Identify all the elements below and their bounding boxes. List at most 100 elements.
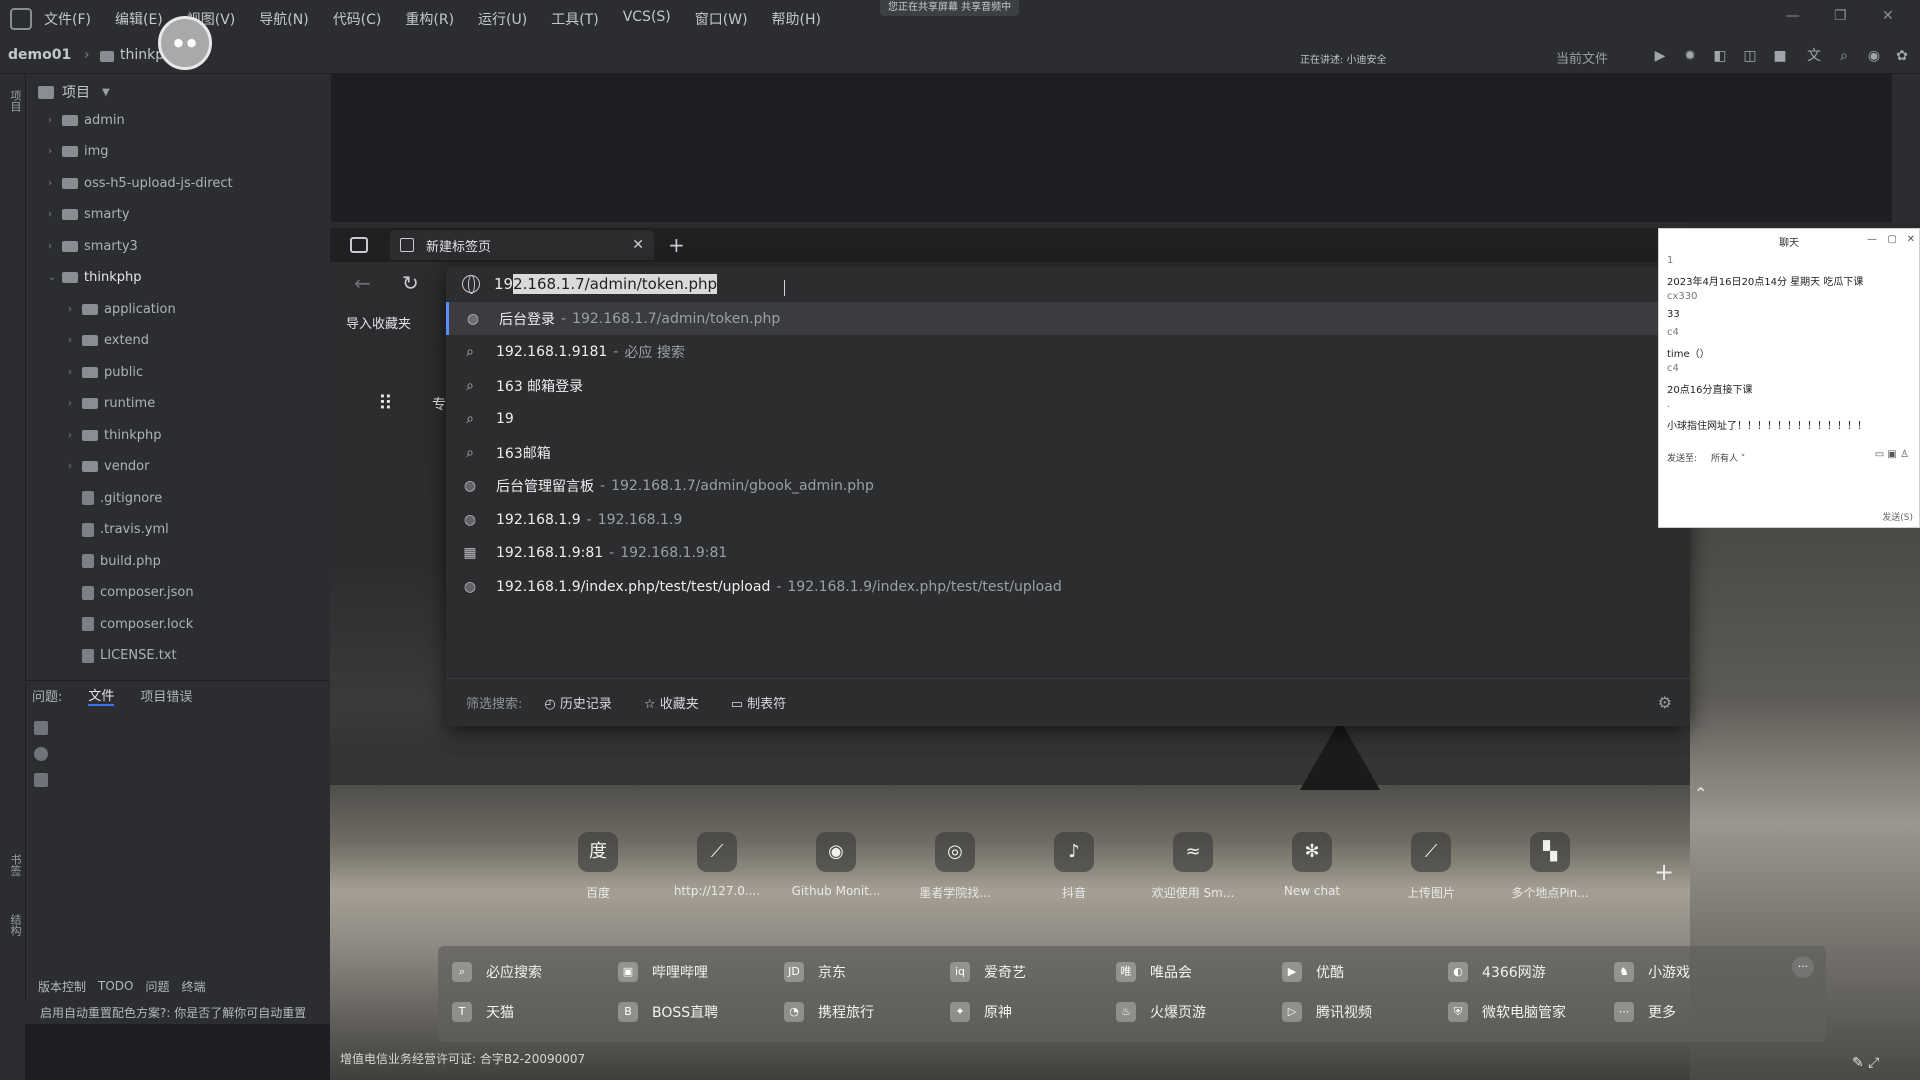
tree-item[interactable]: › application [68,299,176,319]
suggestion-item[interactable]: ◍ 后台管理留言板 -192.168.1.7/admin/gbook_admin.p… [446,470,1690,503]
chevron-down-icon[interactable]: ▼ [102,87,110,98]
chevron-right-icon[interactable]: › [48,146,62,157]
quick-link[interactable]: 唯唯品会 [1116,962,1192,982]
close-icon[interactable]: ✕ [1882,8,1894,24]
vcs-tool-button[interactable]: 版本控制 [38,978,86,995]
chevron-right-icon[interactable]: › [68,398,82,409]
quick-link[interactable]: ◐ 4366网游 [1448,962,1546,982]
menu-item-8[interactable]: VCS(S) [623,9,671,29]
speed-dial-tile[interactable]: 度百度 [548,832,648,901]
add-shortcut-icon[interactable]: + [1654,858,1674,886]
project-name[interactable]: demo01 [8,47,71,63]
problems-tool-button[interactable]: 问题 [145,978,169,995]
speed-dial-tile[interactable]: ⟋ http://127.0.... [667,832,767,898]
speed-dial-tile[interactable]: ♪ 抖音 [1024,832,1124,901]
run-icon[interactable]: ▶ [1652,48,1668,64]
browser-tab[interactable]: 新建标签页 ✕ [390,230,654,260]
tree-item[interactable]: › vendor [68,457,149,477]
quick-link[interactable]: ▷ 腾讯视频 [1282,1002,1372,1022]
todo-tool-button[interactable]: TODO [98,979,133,993]
filter-history-button[interactable]: ◴ 历史记录 [544,693,612,712]
quick-link[interactable]: ⌕ 必应搜索 [452,962,542,982]
tree-item[interactable]: › extend [68,331,149,351]
address-bar[interactable]: 19 2.168.1.7/admin/token.php [446,266,1690,302]
search-settings-gear-icon[interactable]: ⚙ [1658,693,1672,712]
feedback-expand-icons[interactable]: ✎ ⤢ [1852,1055,1879,1071]
quick-link[interactable]: ♞ 小游戏 [1614,962,1690,982]
menu-item-4[interactable]: 代码(C) [333,9,382,29]
refresh-icon[interactable]: ↻ [402,271,419,295]
chat-tools-icons[interactable]: ▭ ▣ ♙ [1875,449,1909,460]
filter-favorites-button[interactable]: ☆ 收藏夹 [644,693,699,712]
suggestion-item[interactable]: ▦ 192.168.1.9:81-192.168.1.9:81 [446,537,1690,570]
menu-item-3[interactable]: 导航(N) [259,9,308,29]
strip-bookmarks[interactable]: 书签 [7,854,23,876]
sidebar-toggle-icon[interactable] [350,237,368,253]
tab-project-errors[interactable]: 项目错误 [140,686,192,705]
menu-item-5[interactable]: 重构(R) [405,9,454,29]
tree-item[interactable]: ⌄ thinkphp [48,268,141,288]
suggestion-item[interactable]: ⌕ 163 邮箱登录 [446,369,1690,402]
speed-dial-tile[interactable]: ⟋ 上传图片 [1381,832,1481,901]
tree-item[interactable]: composer.json [68,583,194,603]
quick-link[interactable]: ▶ 优酷 [1282,962,1344,982]
status-bar[interactable]: 启用自动重置配色方案?: 你是否了解你可自动重置 [0,1000,340,1024]
quick-link[interactable]: ✦ 原神 [950,1002,1012,1022]
maximize-icon[interactable]: ❐ [1834,8,1847,24]
apps-grid-icon[interactable]: ⠿ [378,392,400,414]
coverage-icon[interactable]: ◧ [1712,48,1728,64]
panel-title[interactable]: 项目 [62,82,90,102]
tree-item[interactable]: › admin [48,110,125,130]
chevron-right-icon[interactable]: › [48,115,62,126]
menu-item-7[interactable]: 工具(T) [551,9,598,29]
suggestion-item[interactable]: ⌕ 19 [446,403,1690,436]
chevron-down-icon[interactable]: ⌄ [48,272,62,283]
tree-item[interactable]: › oss-h5-upload-js-direct [48,173,233,193]
quick-link[interactable]: ▣ 哔哩哔哩 [618,962,708,982]
tree-item[interactable]: composer.lock [68,614,193,634]
plugin-icon[interactable]: ✿ [1894,48,1910,64]
chevron-right-icon[interactable]: › [68,304,82,315]
quick-link[interactable]: iq 爱奇艺 [950,962,1026,982]
speed-dial-tile[interactable]: ◉ Github Monit... [786,832,886,898]
send-to-select[interactable]: 所有人 ˅ [1711,451,1745,464]
lightbulb-icon[interactable] [34,747,48,761]
tree-item[interactable]: › img [48,142,109,162]
chevron-right-icon[interactable]: › [48,241,62,252]
suggestion-item[interactable]: ◍ 192.168.1.9/index.php/test/test/upload -… [446,570,1690,603]
terminal-tool-button[interactable]: 终端 [182,978,206,995]
minimize-icon[interactable]: — [1786,8,1800,24]
chat-minimize-icon[interactable]: — [1867,234,1877,245]
tab-file-problems[interactable]: 文件 [88,685,115,706]
menu-item-10[interactable]: 帮助(H) [772,9,821,29]
suggestion-item[interactable]: ◍ 后台登录 -192.168.1.7/admin/token.php [446,302,1690,335]
import-bookmarks-button[interactable]: 导入收藏夹 [330,304,446,340]
menu-item-9[interactable]: 窗口(W) [695,9,748,29]
suggestion-item[interactable]: ⌕ 163邮箱 [446,436,1690,469]
speed-dial-tile[interactable]: ▚ 多个地点Pin... [1500,832,1600,901]
profile-icon[interactable]: ◫ [1742,48,1758,64]
chevron-right-icon[interactable]: › [48,178,62,189]
tree-item[interactable]: › smarty [48,205,130,225]
quick-link[interactable]: ♨ 火爆页游 [1116,1002,1206,1022]
preview-icon[interactable] [34,773,48,787]
tree-item[interactable]: › thinkphp [68,425,161,445]
send-button[interactable]: 发送(S) [1882,510,1913,523]
menu-item-0[interactable]: 文件(F) [44,9,91,29]
tree-item[interactable]: .travis.yml [68,520,169,540]
search-icon[interactable]: ⌕ [1836,48,1852,64]
chevron-right-icon[interactable]: › [48,209,62,220]
filter-tabs-button[interactable]: ▭ 制表符 [731,693,786,712]
chevron-right-icon[interactable]: › [68,367,82,378]
tree-item[interactable]: › smarty3 [48,236,138,256]
tab-close-icon[interactable]: ✕ [632,237,644,253]
chevron-right-icon[interactable]: › [68,430,82,441]
quick-link[interactable]: T 天猫 [452,1002,514,1022]
translate-icon[interactable]: 文 [1806,48,1822,64]
group-icon[interactable] [34,721,48,735]
chat-close-icon[interactable]: ✕ [1907,234,1915,245]
chevron-right-icon[interactable]: › [68,335,82,346]
chat-maximize-icon[interactable]: ▢ [1888,234,1897,245]
menu-item-1[interactable]: 编辑(E) [115,9,163,29]
speed-dial-tile[interactable]: ✻ New chat [1262,832,1362,898]
